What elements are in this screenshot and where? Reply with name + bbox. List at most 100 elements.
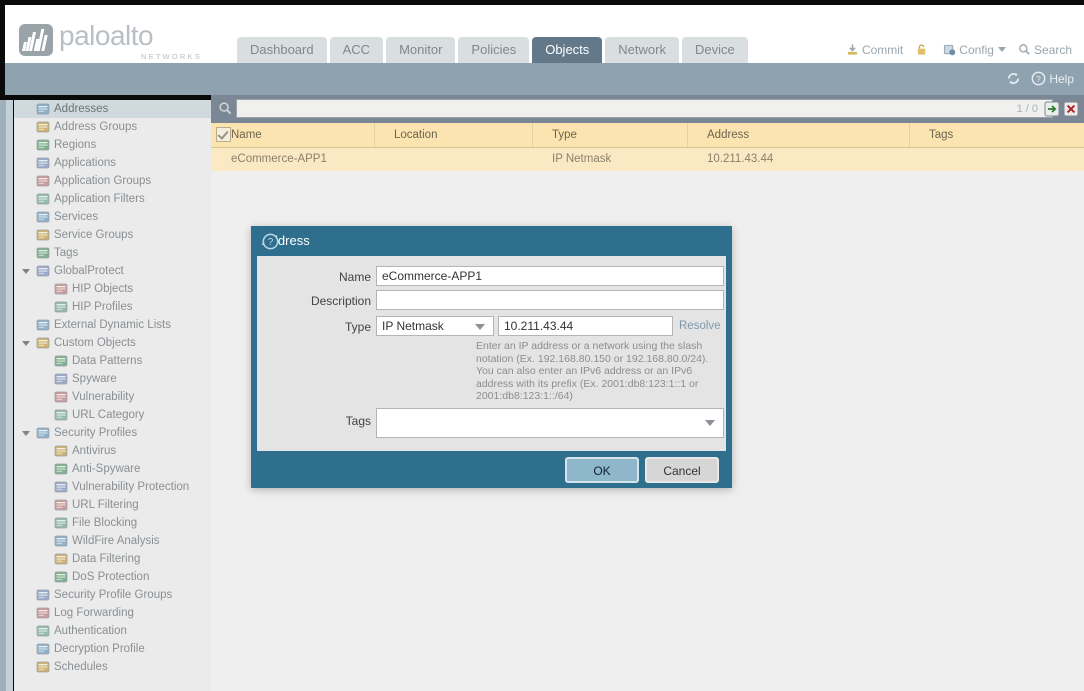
sidebar-item-wildfire-analysis[interactable]: WildFire Analysis (14, 532, 211, 550)
sidebar-item-decryption-profile[interactable]: Decryption Profile (14, 640, 211, 658)
sidebar-item-hip-profiles[interactable]: HIP Profiles (14, 298, 211, 316)
sidebar-item-data-filtering[interactable]: Data Filtering (14, 550, 211, 568)
help-icon[interactable]: ? (262, 233, 279, 250)
sidebar-item-security-profile-groups[interactable]: Security Profile Groups (14, 586, 211, 604)
sidebar-item-schedules[interactable]: Schedules (14, 658, 211, 676)
sidebar-item-application-groups[interactable]: Application Groups (14, 172, 211, 190)
action-label: Config (959, 43, 994, 57)
tab-monitor[interactable]: Monitor (386, 37, 456, 63)
config-button[interactable]: Config (943, 41, 1006, 61)
commit-button[interactable]: Commit (846, 41, 903, 61)
sidebar-item-antivirus[interactable]: Antivirus (14, 442, 211, 460)
sidebar-item-external-dynamic-lists[interactable]: External Dynamic Lists (14, 316, 211, 334)
chevron-down-icon[interactable] (22, 431, 30, 436)
address-dialog: Address ? Name eCommerce-APP1 Descriptio… (251, 226, 732, 488)
sidebar-item-data-patterns[interactable]: Data Patterns (14, 352, 211, 370)
sidebar-item-application-filters[interactable]: Application Filters (14, 190, 211, 208)
tab-acc[interactable]: ACC (329, 37, 384, 63)
sidebar-item-address-groups[interactable]: Address Groups (14, 118, 211, 136)
sidebar-tree[interactable]: Addresses Address Groups Regions Applicatio… (14, 100, 212, 691)
sidebar-item-dos-protection[interactable]: DoS Protection (14, 568, 211, 586)
table-row[interactable]: eCommerce-APP1 IP Netmask 10.211.43.44 (211, 127, 1084, 171)
external-dynamic-lists-icon (36, 318, 50, 332)
sidebar-item-label: Data Patterns (72, 355, 143, 367)
description-field[interactable] (376, 290, 724, 310)
sidebar-item-tags[interactable]: Tags (14, 244, 211, 262)
sidebar-item-label: Log Forwarding (54, 607, 134, 619)
column-header-location[interactable]: Location (386, 123, 544, 147)
sidebar-scroll-thumb[interactable] (6, 100, 13, 691)
sidebar-item-anti-spyware[interactable]: Anti-Spyware (14, 460, 211, 478)
sidebar-item-spyware[interactable]: Spyware (14, 370, 211, 388)
address-value: 10.211.43.44 (504, 319, 574, 333)
column-header-address[interactable]: Address (699, 123, 921, 147)
help-button[interactable]: ? Help (1031, 70, 1074, 88)
sidebar-item-custom-objects[interactable]: Custom Objects (14, 334, 211, 352)
address-value-field[interactable]: 10.211.43.44 (498, 316, 673, 336)
sidebar-item-applications[interactable]: Applications (14, 154, 211, 172)
refresh-button[interactable] (1006, 70, 1021, 88)
tags-field[interactable] (376, 408, 724, 438)
cell-address: 10.211.43.44 (707, 153, 774, 165)
sidebar-item-log-forwarding[interactable]: Log Forwarding (14, 604, 211, 622)
sidebar-item-url-category[interactable]: URL Category (14, 406, 211, 424)
tab-dashboard[interactable]: Dashboard (237, 37, 327, 63)
ok-button[interactable]: OK (565, 457, 639, 483)
address-hint-text: Enter an IP address or a network using t… (476, 340, 709, 402)
sidebar-item-vulnerability[interactable]: Vulnerability (14, 388, 211, 406)
sidebar-item-service-groups[interactable]: Service Groups (14, 226, 211, 244)
sidebar-item-globalprotect[interactable]: GlobalProtect (14, 262, 211, 280)
sidebar-item-hip-objects[interactable]: HIP Objects (14, 280, 211, 298)
chevron-down-icon[interactable] (22, 269, 30, 274)
resolve-link[interactable]: Resolve (679, 320, 721, 332)
sidebar-item-url-filtering[interactable]: URL Filtering (14, 496, 211, 514)
sidebar-item-label: Decryption Profile (54, 643, 145, 655)
tab-objects[interactable]: Objects (532, 37, 603, 63)
column-header-tags[interactable]: Tags (921, 123, 1084, 147)
log-forwarding-icon (36, 606, 50, 620)
sidebar-item-label: Custom Objects (54, 337, 136, 349)
header-actions[interactable]: Commit Config Search (834, 41, 1072, 61)
services-icon (36, 210, 50, 224)
sidebar-item-label: Security Profile Groups (54, 589, 173, 601)
apply-filter-icon[interactable] (1044, 101, 1060, 117)
column-header-name[interactable]: Name (223, 123, 386, 147)
name-field[interactable]: eCommerce-APP1 (376, 266, 724, 286)
sidebar-item-addresses[interactable]: Addresses (14, 100, 211, 118)
sidebar-item-label: DoS Protection (72, 571, 150, 583)
clear-filter-icon[interactable] (1063, 101, 1079, 117)
sidebar-item-security-profiles[interactable]: Security Profiles (14, 424, 211, 442)
sidebar-item-services[interactable]: Services (14, 208, 211, 226)
cell-tags (921, 148, 1084, 171)
sidebar-item-file-blocking[interactable]: File Blocking (14, 514, 211, 532)
main-tabs[interactable]: Dashboard ACC Monitor Policies Objects Networ… (237, 37, 751, 63)
tab-network[interactable]: Network (605, 37, 679, 63)
dialog-body: Name eCommerce-APP1 Description Type IP … (251, 256, 732, 451)
filter-bar: 1 / 0 (211, 95, 1084, 123)
application-groups-icon (36, 174, 50, 188)
wildfire-analysis-icon (54, 534, 68, 548)
sidebar-item-label: Security Profiles (54, 427, 138, 439)
search-button[interactable]: Search (1018, 41, 1072, 61)
chevron-down-icon[interactable] (22, 341, 30, 346)
lock-button[interactable] (915, 41, 931, 61)
logo-mark-icon (19, 24, 53, 56)
cancel-button[interactable]: Cancel (645, 457, 719, 483)
sidebar-item-regions[interactable]: Regions (14, 136, 211, 154)
type-select[interactable]: IP Netmask (376, 316, 494, 336)
sidebar-item-label: Data Filtering (72, 553, 141, 565)
sidebar-item-vulnerability-protection[interactable]: Vulnerability Protection (14, 478, 211, 496)
filter-input[interactable] (236, 99, 1053, 118)
dialog-title-bar: Address ? (251, 226, 732, 256)
tab-device[interactable]: Device (681, 37, 748, 63)
globalprotect-icon (36, 264, 50, 278)
sidebar-item-authentication[interactable]: Authentication (14, 622, 211, 640)
authentication-icon (36, 624, 50, 638)
table-body[interactable]: eCommerce-APP1 IP Netmask 10.211.43.44 (211, 127, 1084, 171)
row-checkbox[interactable] (216, 127, 231, 142)
sidebar-item-label: GlobalProtect (54, 265, 124, 277)
sidebar-item-label: Addresses (54, 103, 109, 115)
tab-policies[interactable]: Policies (458, 37, 530, 63)
hip-profiles-icon (54, 300, 68, 314)
column-header-type[interactable]: Type (544, 123, 699, 147)
